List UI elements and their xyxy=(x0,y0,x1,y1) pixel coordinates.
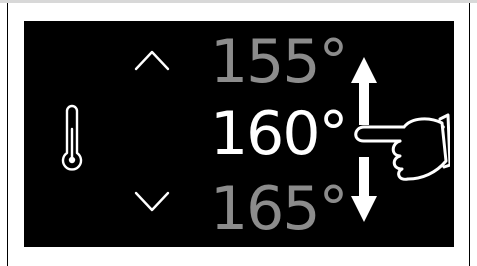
oven-display-screen: 155° 160° 165° xyxy=(24,21,454,247)
chevron-up-icon[interactable] xyxy=(132,47,172,73)
temperature-previous-option[interactable]: 155° xyxy=(210,32,349,92)
left-border xyxy=(7,3,8,266)
chevron-down-icon[interactable] xyxy=(132,189,172,215)
swipe-vertical-hand-icon xyxy=(351,57,450,222)
thermometer-icon xyxy=(61,104,83,171)
right-border xyxy=(469,3,470,266)
top-border xyxy=(0,0,477,3)
temperature-next-option[interactable]: 165° xyxy=(210,179,349,239)
temperature-selected-value[interactable]: 160° xyxy=(210,104,349,164)
